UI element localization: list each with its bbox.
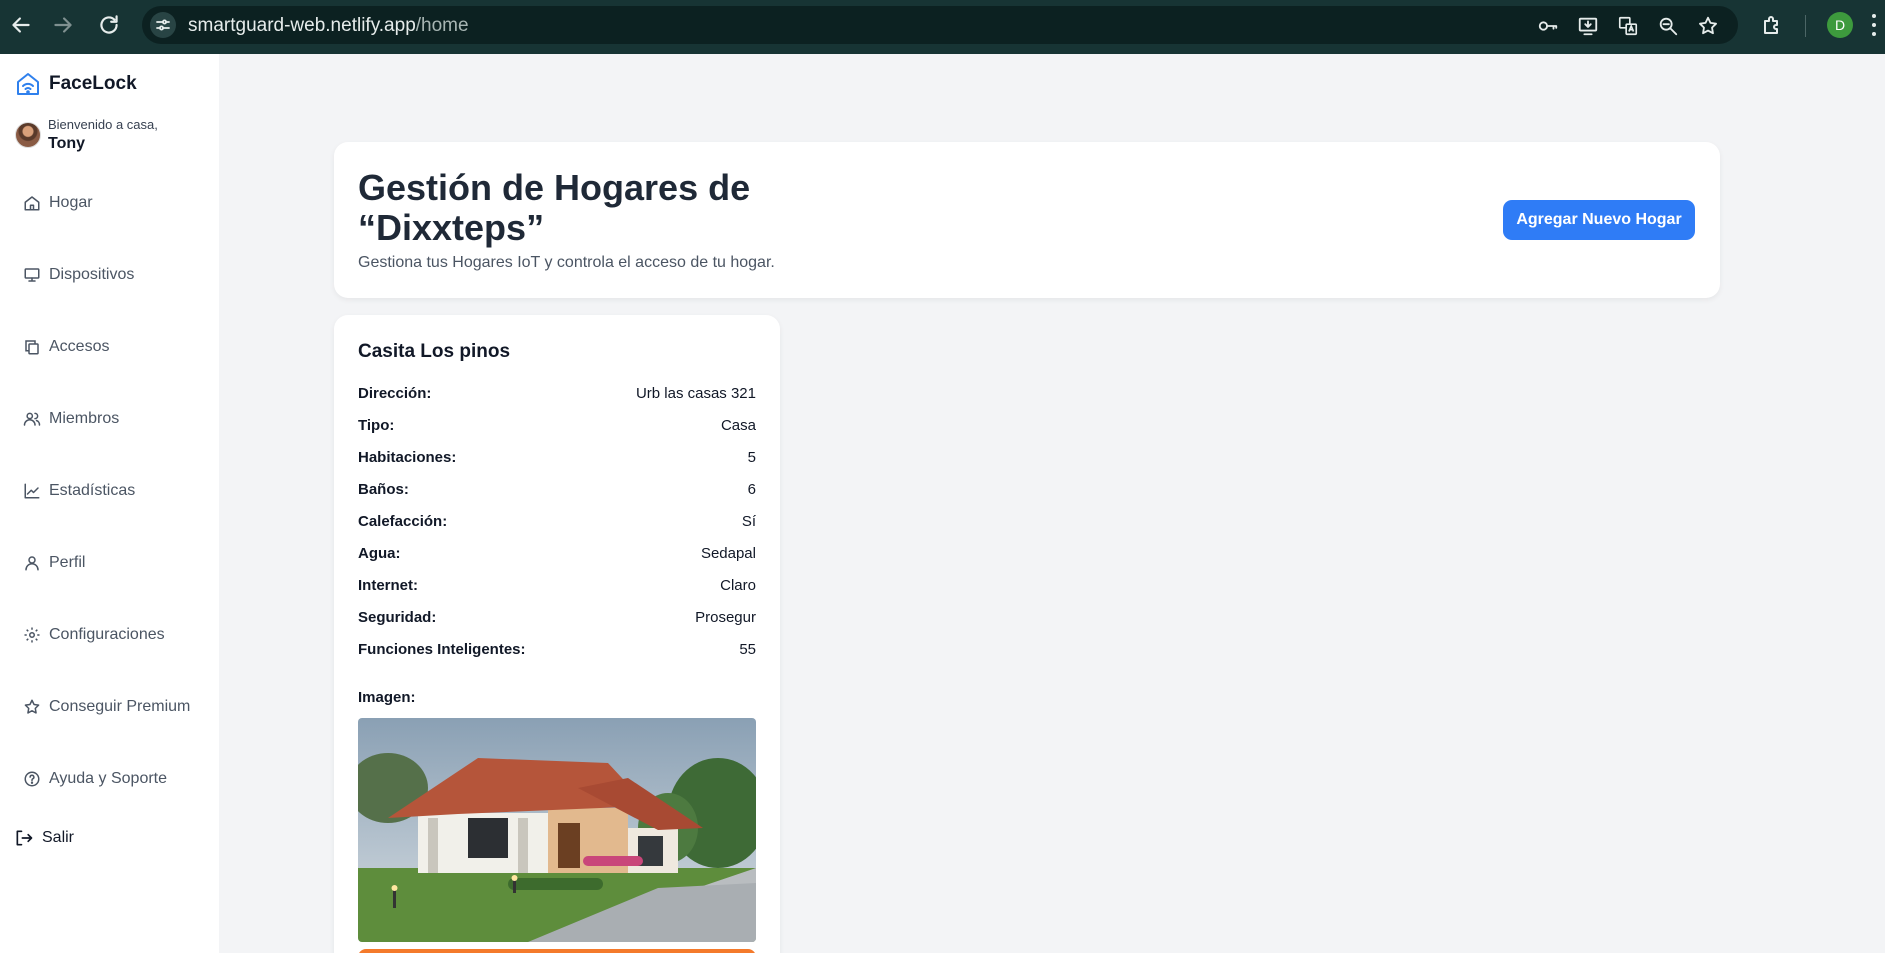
user-name: Tony [48, 135, 86, 152]
star-icon [23, 698, 41, 716]
orange-action-button[interactable] [358, 949, 756, 953]
sidebar-item-label: Accesos [49, 338, 110, 355]
home-card: Casita Los pinos Dirección: Urb las casa… [334, 315, 780, 953]
sidebar-item-label: Ayuda y Soporte [49, 770, 168, 787]
url-path: /home [415, 15, 469, 36]
gear-icon [23, 626, 41, 644]
chart-line-icon [23, 482, 41, 500]
sidebar-item-label: Configuraciones [49, 626, 165, 643]
sidebar-item-accesos[interactable]: Accesos [23, 338, 109, 356]
sidebar-item-label: Conseguir Premium [49, 698, 191, 715]
home-icon [23, 194, 41, 212]
translate-icon[interactable] [1617, 15, 1639, 37]
sidebar-item-estadisticas[interactable]: Estadísticas [23, 482, 135, 500]
home-image [358, 718, 756, 942]
home-name: Casita Los pinos [358, 341, 511, 362]
sidebar-item-configuraciones[interactable]: Configuraciones [23, 626, 165, 644]
add-home-button[interactable]: Agregar Nuevo Hogar [1503, 200, 1695, 240]
site-info-icon[interactable] [150, 12, 176, 38]
back-arrow-icon[interactable] [8, 12, 34, 38]
field-value: Urb las casas 321 [635, 385, 756, 402]
user-icon [23, 554, 41, 572]
image-label: Imagen: [358, 689, 416, 706]
field-value: Claro [720, 577, 756, 594]
password-key-icon[interactable] [1537, 15, 1559, 37]
sidebar-item-miembros[interactable]: Miembros [23, 410, 119, 428]
sidebar-item-ayuda[interactable]: Ayuda y Soporte [23, 770, 167, 788]
app-name: FaceLock [49, 73, 137, 94]
info-row-habitaciones: Habitaciones: 5 [358, 449, 756, 471]
field-label: Baños: [358, 481, 409, 498]
user-greeting: Bienvenido a casa, Tony [15, 117, 158, 153]
info-row-tipo: Tipo: Casa [358, 417, 756, 439]
monitor-icon [23, 266, 41, 284]
field-value: 6 [747, 481, 756, 498]
logout-label: Salir [42, 829, 75, 846]
sidebar-item-label: Estadísticas [49, 482, 136, 499]
sidebar-item-label: Dispositivos [49, 266, 135, 283]
browser-toolbar: smartguard-web.netlify.app/home D [0, 0, 1885, 54]
page-subtitle: Gestiona tus Hogares IoT y controla el a… [358, 254, 775, 271]
facelock-logo-icon [15, 71, 41, 97]
forward-arrow-icon[interactable] [50, 12, 76, 38]
field-label: Tipo: [358, 417, 395, 434]
help-circle-icon [23, 770, 41, 788]
avatar[interactable] [15, 122, 41, 148]
copy-icon [23, 338, 41, 356]
field-label: Dirección: [358, 385, 432, 402]
sidebar-item-hogar[interactable]: Hogar [23, 194, 93, 212]
logout-button[interactable]: Salir [14, 828, 74, 848]
header-card: Gestión de Hogares de “Dixxteps” Gestion… [334, 142, 1720, 298]
zoom-icon[interactable] [1657, 15, 1679, 37]
page-title: Gestión de Hogares de “Dixxteps” [358, 167, 751, 248]
field-value: Sí [741, 513, 756, 530]
info-row-internet: Internet: Claro [358, 577, 756, 599]
reload-icon[interactable] [96, 12, 122, 38]
field-value: Prosegur [695, 609, 756, 626]
field-label: Habitaciones: [358, 449, 457, 466]
info-row-agua: Agua: Sedapal [358, 545, 756, 567]
toolbar-divider [1805, 15, 1806, 37]
url-text[interactable]: smartguard-web.netlify.app/home [188, 15, 469, 37]
field-label: Internet: [358, 577, 418, 594]
users-icon [23, 410, 41, 428]
info-row-funciones: Funciones Inteligentes: 55 [358, 641, 756, 663]
sidebar-item-label: Miembros [49, 410, 120, 427]
info-row-banos: Baños: 6 [358, 481, 756, 503]
field-value: 5 [747, 449, 756, 466]
field-label: Seguridad: [358, 609, 437, 626]
field-value: Casa [720, 417, 756, 434]
sidebar: FaceLock Bienvenido a casa, Tony Hogar D… [0, 54, 219, 953]
extensions-icon[interactable] [1760, 13, 1784, 37]
field-label: Agua: [358, 545, 401, 562]
info-row-calefaccion: Calefacción: Sí [358, 513, 756, 535]
sidebar-item-dispositivos[interactable]: Dispositivos [23, 266, 134, 284]
address-bar[interactable]: smartguard-web.netlify.app/home [142, 6, 1738, 44]
sidebar-item-perfil[interactable]: Perfil [23, 554, 85, 572]
field-label: Funciones Inteligentes: [358, 641, 526, 658]
field-value: 55 [739, 641, 756, 658]
logout-icon [14, 828, 34, 848]
sidebar-item-label: Perfil [49, 554, 86, 571]
field-value: Sedapal [700, 545, 756, 562]
browser-menu-icon[interactable] [1872, 14, 1878, 38]
url-host: smartguard-web.netlify.app [188, 15, 416, 36]
sidebar-item-label: Hogar [49, 194, 93, 211]
bookmark-star-icon[interactable] [1697, 15, 1719, 37]
install-app-icon[interactable] [1577, 15, 1599, 37]
profile-avatar[interactable]: D [1827, 12, 1853, 38]
app-logo[interactable]: FaceLock [15, 71, 137, 97]
info-row-seguridad: Seguridad: Prosegur [358, 609, 756, 631]
info-row-direccion: Dirección: Urb las casas 321 [358, 385, 756, 407]
field-label: Calefacción: [358, 513, 448, 530]
sidebar-item-premium[interactable]: Conseguir Premium [23, 698, 190, 716]
welcome-text: Bienvenido a casa, [48, 117, 158, 132]
